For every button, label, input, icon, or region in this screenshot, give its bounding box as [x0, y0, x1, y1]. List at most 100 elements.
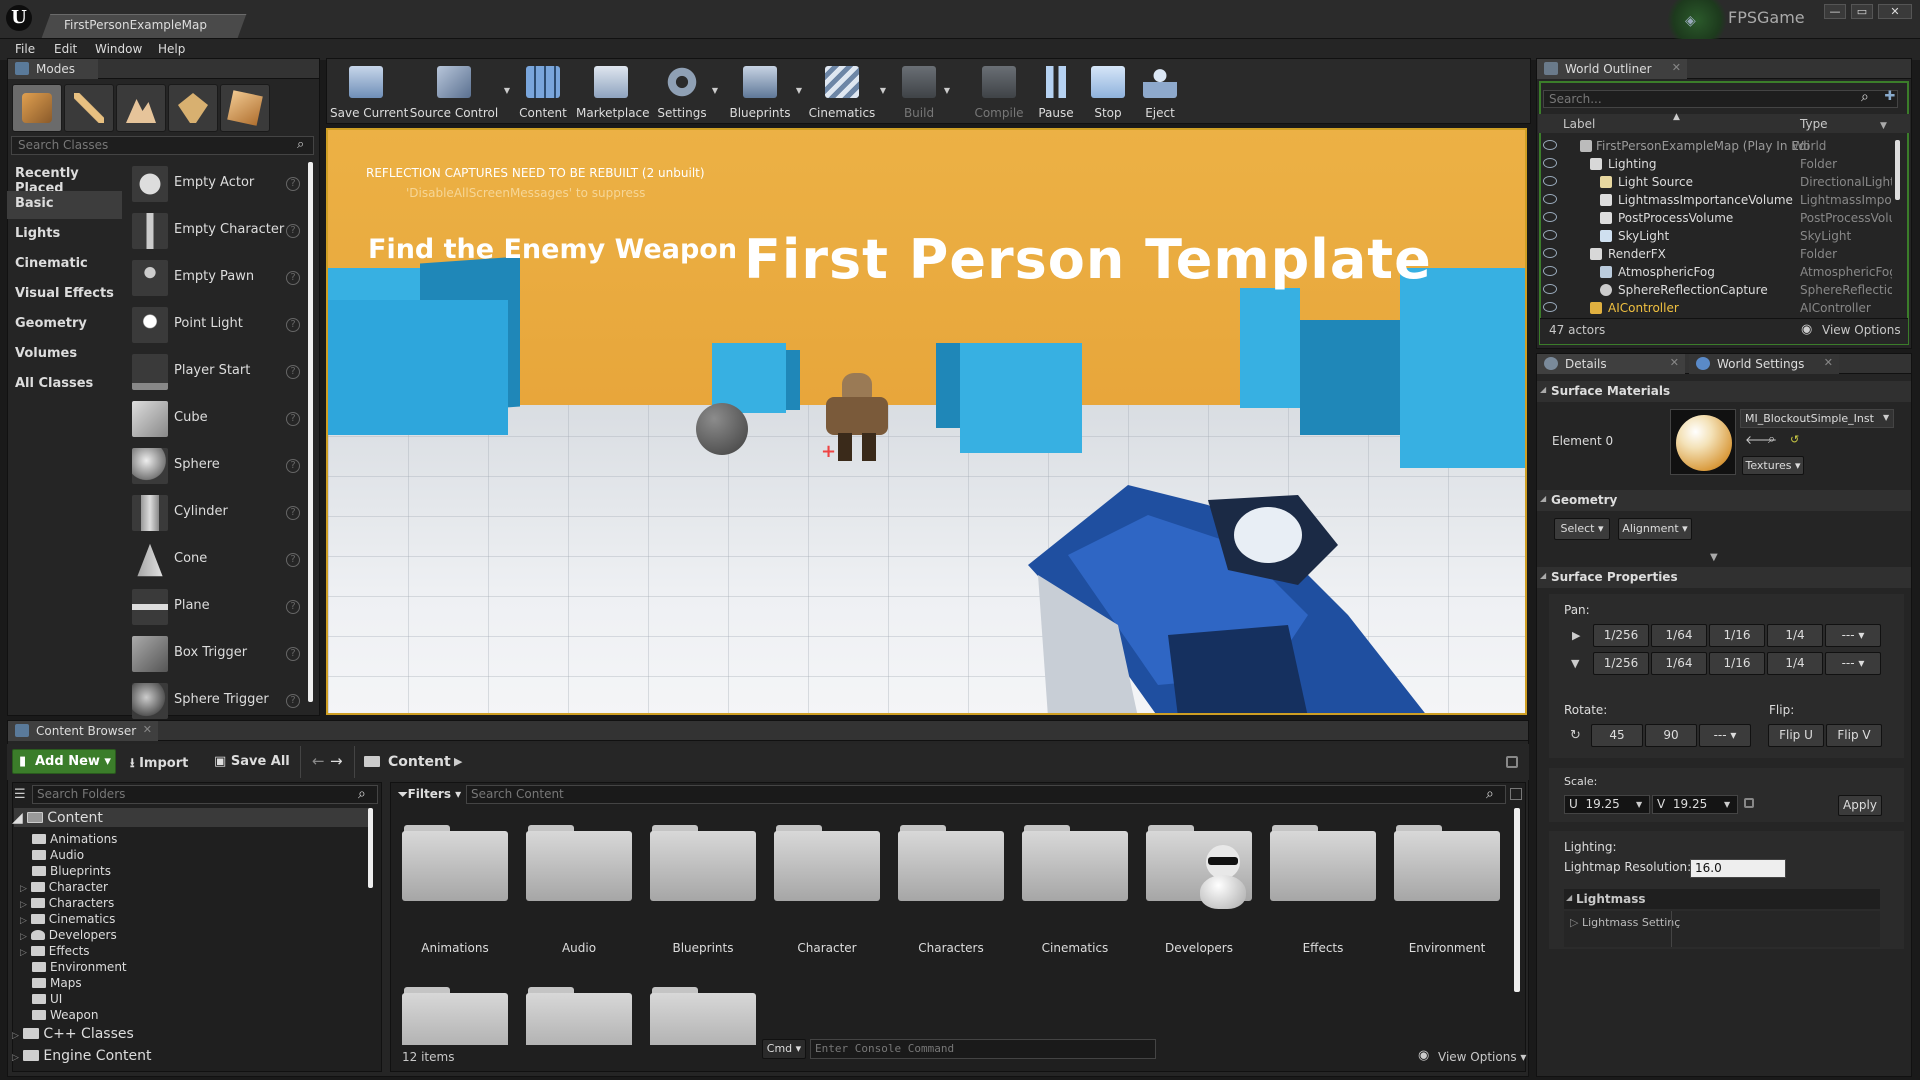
- outliner-row[interactable]: PostProcessVolume PostProcessVolu: [1538, 209, 1893, 227]
- outliner-row[interactable]: AtmosphericFog AtmosphericFog: [1538, 263, 1893, 281]
- breadcrumb-arrow-icon[interactable]: ▶: [454, 755, 462, 768]
- save-all-button[interactable]: ▣ Save All: [214, 754, 290, 769]
- category-recently-placed[interactable]: Recently Placed: [7, 161, 122, 196]
- chevron-down-icon[interactable]: ▼: [712, 86, 718, 95]
- chevron-down-icon[interactable]: ▼: [1883, 413, 1889, 422]
- search-classes-input[interactable]: Search Classes: [11, 136, 314, 155]
- visibility-eye-icon[interactable]: [1543, 158, 1557, 168]
- asset-folder-environment[interactable]: [1394, 823, 1500, 903]
- chevron-down-icon[interactable]: ▼: [944, 86, 950, 95]
- visibility-eye-icon[interactable]: [1543, 140, 1557, 150]
- sources-toggle-icon[interactable]: ☰: [14, 787, 30, 803]
- lightmass-header[interactable]: ◢ Lightmass: [1564, 889, 1880, 909]
- help-icon[interactable]: ?: [286, 365, 300, 379]
- place-item-empty-actor[interactable]: Empty Actor?: [128, 162, 308, 206]
- pan-v-1-64-button[interactable]: 1/64: [1651, 652, 1707, 675]
- place-item-cone[interactable]: Cone?: [128, 538, 308, 582]
- help-icon[interactable]: ?: [286, 412, 300, 426]
- content-button[interactable]: Content: [514, 58, 572, 124]
- minimize-button[interactable]: —: [1824, 4, 1846, 19]
- lock-icon[interactable]: [1744, 798, 1754, 808]
- asset-folder-character[interactable]: [774, 823, 880, 903]
- asset-folder-row2[interactable]: [650, 985, 756, 1045]
- pan-h-1-64-button[interactable]: 1/64: [1651, 624, 1707, 647]
- folder-tree-scrollbar[interactable]: [368, 808, 373, 888]
- save-search-icon[interactable]: [1510, 788, 1522, 800]
- help-icon[interactable]: ?: [286, 647, 300, 661]
- outliner-search-input[interactable]: Search...: [1543, 90, 1898, 108]
- category-all-classes[interactable]: All Classes: [7, 371, 122, 399]
- close-button[interactable]: ✕: [1878, 4, 1912, 19]
- material-selector-dropdown[interactable]: MI_BlockoutSimple_Inst: [1740, 409, 1894, 428]
- tree-item-character[interactable]: ▷ Character: [20, 880, 108, 894]
- visibility-eye-icon[interactable]: [1543, 230, 1557, 240]
- breadcrumb-content[interactable]: Content: [388, 754, 451, 770]
- tree-item-content[interactable]: ◢ Content: [12, 810, 103, 826]
- tab-modes[interactable]: Modes: [8, 59, 98, 79]
- place-item-plane[interactable]: Plane?: [128, 585, 308, 629]
- chevron-down-icon[interactable]: ▼: [1880, 121, 1887, 131]
- content-view-options[interactable]: View Options ▾: [1438, 1050, 1526, 1064]
- tab-details[interactable]: Details ✕: [1537, 354, 1685, 374]
- lock-icon[interactable]: [1506, 756, 1518, 768]
- rotate-90-button[interactable]: 90: [1645, 724, 1697, 747]
- category-geometry[interactable]: Geometry: [7, 311, 122, 339]
- expand-arrow-icon[interactable]: ▷: [20, 916, 27, 926]
- outliner-row[interactable]: Light Source DirectionalLight: [1538, 173, 1893, 191]
- modes-scrollbar[interactable]: [308, 162, 313, 702]
- pan-v-1-256-button[interactable]: 1/256: [1593, 652, 1649, 675]
- mode-place-button[interactable]: [12, 84, 62, 132]
- pause-button[interactable]: Pause: [1036, 58, 1076, 124]
- visibility-eye-icon[interactable]: [1543, 284, 1557, 294]
- place-item-cube[interactable]: Cube?: [128, 397, 308, 441]
- expand-arrow-icon[interactable]: ▷: [12, 1053, 19, 1063]
- asset-folder-effects[interactable]: [1270, 823, 1376, 903]
- expand-arrow-icon[interactable]: ▷: [12, 1031, 19, 1041]
- asset-folder-row2[interactable]: [526, 985, 632, 1045]
- pan-h-1-256-button[interactable]: 1/256: [1593, 624, 1649, 647]
- menu-window[interactable]: Window: [95, 42, 142, 56]
- outliner-row[interactable]: SphereReflectionCapture SphereReflection(: [1538, 281, 1893, 299]
- back-arrow-icon[interactable]: ←: [312, 752, 325, 770]
- mode-paint-button[interactable]: [64, 84, 114, 132]
- place-item-cylinder[interactable]: Cylinder?: [128, 491, 308, 535]
- tree-item-engine-content[interactable]: ▷ Engine Content: [12, 1048, 152, 1064]
- asset-folder-blueprints[interactable]: [650, 823, 756, 903]
- eject-button[interactable]: Eject: [1140, 58, 1180, 124]
- sort-ascending-icon[interactable]: ▲: [1673, 112, 1680, 122]
- asset-folder-audio[interactable]: [526, 823, 632, 903]
- pan-h-1-4-button[interactable]: 1/4: [1767, 624, 1823, 647]
- help-icon[interactable]: ?: [286, 694, 300, 708]
- place-item-empty-pawn[interactable]: Empty Pawn?: [128, 256, 308, 300]
- textures-dropdown[interactable]: Textures ▾: [1742, 456, 1804, 475]
- rotate-45-button[interactable]: 45: [1591, 724, 1643, 747]
- tree-item-cpp-classes[interactable]: ▷ C++ Classes: [12, 1026, 134, 1042]
- menu-edit[interactable]: Edit: [54, 42, 77, 56]
- help-icon[interactable]: ?: [286, 600, 300, 614]
- tree-item-developers[interactable]: ▷ Developers: [20, 928, 117, 942]
- flip-v-button[interactable]: Flip V: [1826, 724, 1882, 747]
- category-volumes[interactable]: Volumes: [7, 341, 122, 369]
- outliner-row[interactable]: RenderFX Folder: [1538, 245, 1893, 263]
- place-item-sphere[interactable]: Sphere?: [128, 444, 308, 488]
- build-button[interactable]: Build ▼: [898, 58, 950, 124]
- rotate-custom-dropdown[interactable]: --- ▾: [1699, 724, 1751, 747]
- outliner-scrollbar[interactable]: [1895, 140, 1900, 200]
- menu-file[interactable]: File: [15, 42, 35, 56]
- asset-folder-row2[interactable]: [402, 985, 508, 1045]
- expand-arrow-icon[interactable]: ▷: [20, 900, 27, 910]
- chevron-down-icon[interactable]: ▼: [1636, 800, 1642, 809]
- lightmap-resolution-input[interactable]: 16.0: [1690, 859, 1786, 878]
- cmd-dropdown[interactable]: Cmd ▾: [762, 1039, 806, 1059]
- tree-item-animations[interactable]: Animations: [32, 832, 117, 846]
- asset-folder-developers[interactable]: [1146, 823, 1252, 909]
- console-command-input[interactable]: Enter Console Command: [810, 1039, 1156, 1059]
- help-icon[interactable]: ?: [286, 506, 300, 520]
- tree-item-environment[interactable]: Environment: [32, 960, 127, 974]
- outliner-row[interactable]: Lighting Folder: [1538, 155, 1893, 173]
- chevron-down-icon[interactable]: ▼: [880, 86, 886, 95]
- maximize-button[interactable]: ▭: [1851, 4, 1873, 19]
- help-icon[interactable]: ?: [286, 271, 300, 285]
- close-icon[interactable]: ✕: [1672, 61, 1681, 74]
- help-icon[interactable]: ?: [286, 177, 300, 191]
